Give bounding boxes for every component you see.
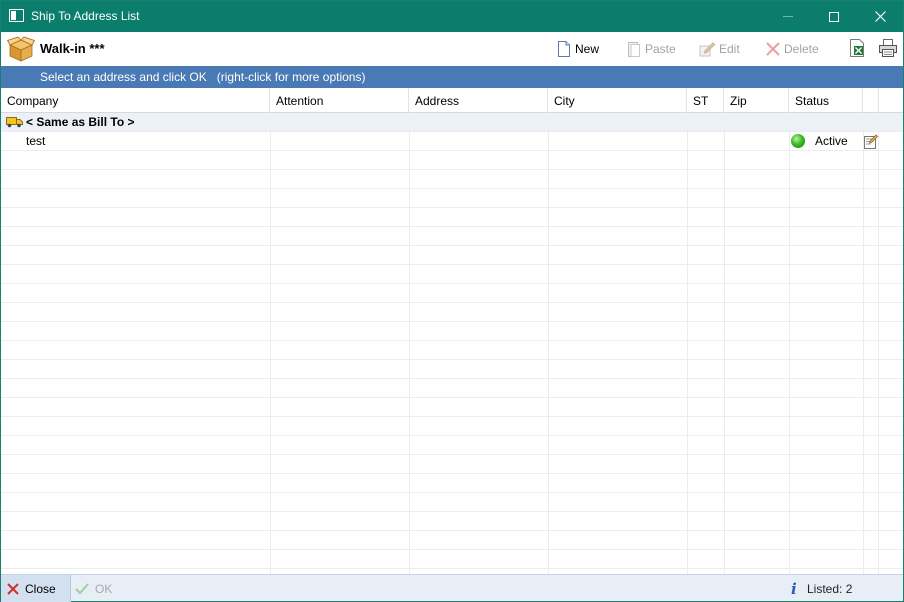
table-row-same-as-bill-to[interactable]: < Same as Bill To >	[1, 113, 903, 132]
footer-bar: Close OK i Listed: 2	[1, 574, 903, 602]
empty-row	[1, 341, 903, 360]
edit-button[interactable]: Edit	[699, 40, 740, 58]
note-icon[interactable]	[864, 133, 878, 149]
empty-row	[1, 303, 903, 322]
empty-row	[1, 227, 903, 246]
paste-icon	[628, 42, 640, 57]
empty-row	[1, 151, 903, 170]
empty-row	[1, 493, 903, 512]
checkmark-icon	[75, 582, 89, 594]
info-icon: i	[791, 580, 797, 598]
paste-label: Paste	[645, 42, 676, 56]
delete-label: Delete	[784, 42, 819, 56]
delete-button[interactable]: Delete	[766, 40, 819, 58]
empty-row	[1, 550, 903, 569]
empty-row	[1, 436, 903, 455]
excel-icon[interactable]	[849, 39, 865, 57]
column-header-attention[interactable]: Attention	[270, 88, 409, 113]
empty-row	[1, 284, 903, 303]
app-icon	[9, 9, 24, 22]
empty-row	[1, 189, 903, 208]
empty-row	[1, 455, 903, 474]
empty-row	[1, 360, 903, 379]
delete-icon	[766, 42, 780, 56]
column-header-notes	[863, 88, 879, 113]
column-header-company[interactable]: Company	[1, 88, 270, 113]
close-label: Close	[25, 581, 56, 596]
box-icon	[7, 36, 35, 62]
maximize-icon	[829, 11, 839, 22]
empty-row	[1, 170, 903, 189]
maximize-button[interactable]	[811, 1, 857, 32]
minimize-button[interactable]	[765, 1, 811, 32]
edit-label: Edit	[719, 42, 740, 56]
ok-label: OK	[95, 581, 113, 596]
empty-row	[1, 379, 903, 398]
listed-count: Listed: 2	[807, 582, 853, 596]
instruction-banner: Select an address and click OK (right-cl…	[1, 66, 903, 88]
close-icon	[874, 11, 886, 22]
column-header-address[interactable]: Address	[409, 88, 548, 113]
customer-name: Walk-in ***	[40, 41, 105, 56]
close-icon	[7, 582, 19, 595]
company-cell: test	[26, 134, 46, 148]
new-label: New	[575, 42, 600, 56]
banner-text: Select an address and click OK (right-cl…	[40, 70, 366, 84]
toolbar: Walk-in *** New Paste Edit Delete	[1, 32, 903, 66]
window-close-button[interactable]	[857, 1, 903, 32]
column-header-zip[interactable]: Zip	[724, 88, 789, 113]
grid-header: Company Attention Address City ST Zip St…	[1, 88, 903, 113]
ok-button[interactable]: OK	[75, 575, 112, 602]
empty-row	[1, 417, 903, 436]
status-cell: Active	[815, 134, 848, 148]
window-title: Ship To Address List	[31, 9, 140, 23]
empty-row	[1, 474, 903, 493]
empty-row	[1, 265, 903, 284]
edit-icon	[699, 42, 715, 57]
status-active-icon	[791, 134, 805, 148]
close-button[interactable]: Close	[1, 575, 71, 602]
address-grid[interactable]: Company Attention Address City ST Zip St…	[1, 88, 903, 574]
company-cell: < Same as Bill To >	[26, 115, 135, 129]
minimize-icon	[783, 16, 793, 17]
new-document-icon	[558, 41, 570, 57]
empty-row	[1, 531, 903, 550]
empty-row	[1, 208, 903, 227]
ship-to-address-window: Ship To Address List Walk-in *** New Pas…	[0, 0, 904, 602]
empty-row	[1, 246, 903, 265]
empty-row	[1, 398, 903, 417]
title-bar[interactable]: Ship To Address List	[1, 1, 903, 32]
paste-button[interactable]: Paste	[627, 40, 676, 58]
new-button[interactable]: New	[557, 40, 599, 58]
empty-row	[1, 512, 903, 531]
truck-icon	[6, 117, 23, 128]
column-header-st[interactable]: ST	[687, 88, 724, 113]
print-icon[interactable]	[879, 39, 897, 57]
empty-row	[1, 322, 903, 341]
column-header-status[interactable]: Status	[789, 88, 863, 113]
table-row[interactable]: test Active	[1, 132, 903, 151]
column-header-city[interactable]: City	[548, 88, 687, 113]
